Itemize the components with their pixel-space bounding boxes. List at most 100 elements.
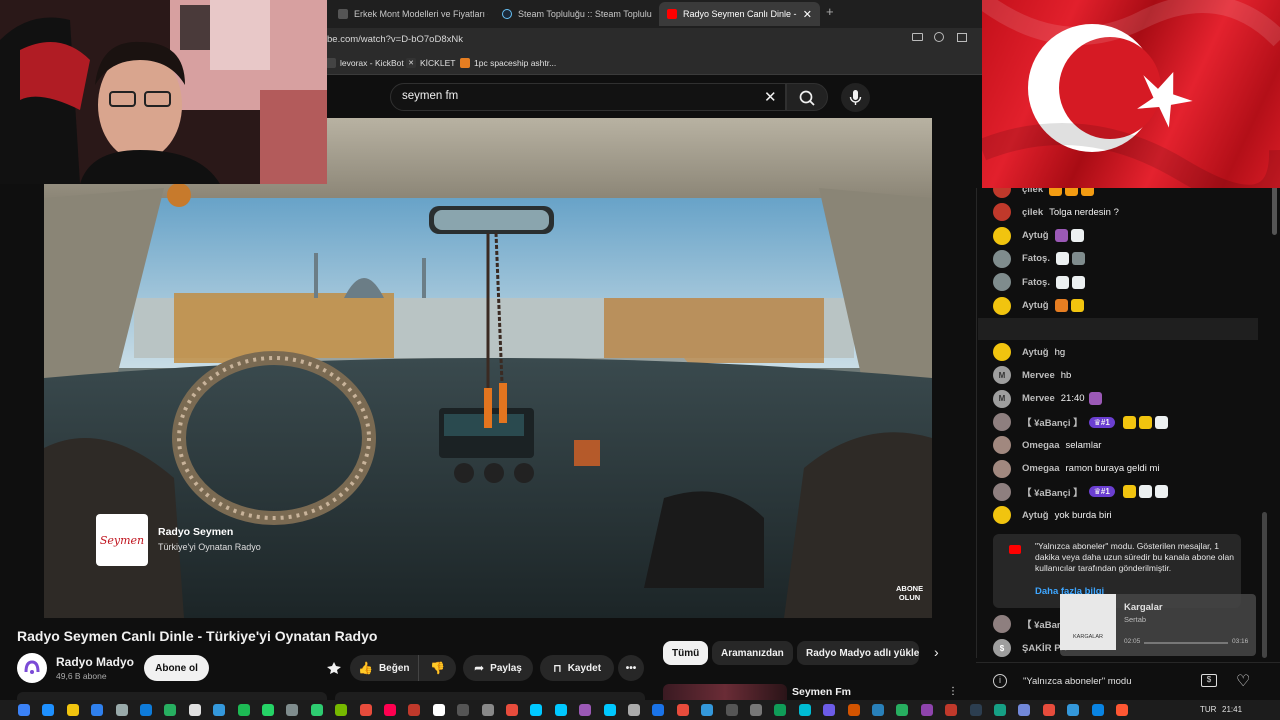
mini-media-player[interactable]: KARGALAR Kargalar Sertab 02:05 03:16 [1060, 594, 1256, 656]
taskbar-app-icon[interactable] [676, 704, 689, 716]
mini-progress-bar[interactable] [1144, 642, 1228, 644]
taskbar-app-icon[interactable] [1067, 704, 1080, 716]
taskbar-app-icon[interactable] [1091, 704, 1104, 716]
dislike-button[interactable]: 👎 [418, 655, 456, 681]
taskbar-app-icon[interactable] [408, 704, 421, 716]
tab-radyo-seymen[interactable]: Radyo Seymen Canlı Dinle - Türk ✕ [659, 2, 820, 26]
taskbar-app-icon[interactable] [310, 704, 323, 716]
chip-all[interactable]: Tümü [663, 641, 709, 665]
chat-message[interactable]: Fatoş. [993, 271, 1088, 293]
taskbar-app-icon[interactable] [1018, 704, 1031, 716]
chat-message[interactable]: Aytuğ yok burda biri [993, 504, 1116, 526]
taskbar-app-icon[interactable] [91, 704, 104, 716]
taskbar-app-icon[interactable] [286, 704, 299, 716]
taskbar-app-icon[interactable] [213, 704, 226, 716]
subscribe-watermark[interactable]: ABONE OLUN [896, 584, 923, 602]
taskbar-app-icon[interactable] [42, 704, 55, 716]
more-actions-button[interactable]: ••• [618, 655, 644, 681]
chat-message[interactable]: M Mervee 21:40 [993, 388, 1105, 410]
related-menu-icon[interactable]: ⋮ [948, 686, 958, 697]
chip-from-search[interactable]: Aramanızdan [712, 641, 793, 665]
ask-ai-icon[interactable] [326, 661, 342, 675]
taskbar-app-icon[interactable] [237, 704, 250, 716]
video-player[interactable]: Seymen Radyo Seymen Türkiye'yi Oynatan R… [44, 118, 932, 618]
taskbar-app-icon[interactable] [603, 704, 616, 716]
save-button[interactable]: ⊓ Kaydet [540, 655, 614, 681]
taskbar-app-icon[interactable] [920, 704, 933, 716]
zoom-icon[interactable] [934, 32, 944, 42]
taskbar-app-icon[interactable] [530, 704, 543, 716]
tab-steam[interactable]: Steam Topluluğu :: Steam Topluluk Pa [494, 2, 652, 26]
taskbar-app-icon[interactable] [481, 704, 494, 716]
heart-icon[interactable]: ♡ [1236, 671, 1250, 691]
tab-erkek-mont[interactable]: Erkek Mont Modelleri ve Fiyatları - Fl [330, 2, 488, 26]
taskbar-app-icon[interactable] [554, 704, 567, 716]
taskbar-app-icon[interactable] [1042, 704, 1055, 716]
taskbar-app-icon[interactable] [579, 704, 592, 716]
chat-message[interactable]: çilek Tolga nerdesin ? [993, 201, 1123, 223]
chat-message[interactable]: 【 ¥aBançi 】 ♛#1 [993, 481, 1171, 503]
taskbar-app-icon[interactable] [140, 704, 152, 716]
taskbar-app-icon[interactable] [798, 704, 811, 716]
taskbar-app-icon[interactable] [945, 704, 958, 716]
taskbar-app-icon[interactable] [750, 704, 762, 716]
subscribe-button[interactable]: Abone ol [144, 655, 209, 681]
taskbar-app-icon[interactable] [432, 704, 445, 716]
taskbar-app-icon[interactable] [872, 704, 884, 716]
related-thumbnail[interactable] [663, 684, 787, 700]
chat-message[interactable]: Fatoş. [993, 248, 1088, 270]
taskbar-app-icon[interactable] [115, 704, 128, 716]
bookmark-spaceship[interactable]: 1pc spaceship ashtr... [460, 56, 556, 70]
chat-message[interactable]: Aytuğ [993, 225, 1087, 247]
taskbar-app-icon[interactable] [1116, 704, 1128, 716]
url-text[interactable]: be.com/watch?v=D-bO7oD8xNk [327, 34, 463, 45]
taskbar-app-icon[interactable] [823, 704, 836, 716]
chat-message[interactable]: M Mervee hb [993, 364, 1075, 386]
taskbar-app-icon[interactable] [262, 704, 274, 716]
chat-scrollbar[interactable] [1262, 512, 1267, 658]
clear-search-icon[interactable]: ✕ [764, 88, 777, 106]
taskbar-app-icon[interactable] [652, 704, 665, 716]
new-tab-button[interactable]: + [826, 4, 834, 19]
chevron-right-icon[interactable]: › [934, 644, 939, 660]
taskbar-app-icon[interactable] [896, 704, 909, 716]
taskbar-app-icon[interactable] [384, 704, 396, 716]
chat-message[interactable]: 【 ¥aBançi 】 ♛#1 [993, 411, 1171, 433]
taskbar-app-icon[interactable] [335, 704, 348, 716]
taskbar-app-icon[interactable] [506, 704, 518, 716]
bookmark-kicklet[interactable]: ✕ KİCKLET [406, 56, 455, 70]
taskbar-language[interactable]: TUR [1200, 705, 1216, 714]
chat-message[interactable]: 【 ¥aBan [993, 613, 1069, 635]
taskbar-app-icon[interactable] [969, 704, 982, 716]
channel-avatar[interactable] [17, 653, 47, 683]
info-icon[interactable]: i [993, 674, 1007, 688]
taskbar-app-icon[interactable] [701, 704, 714, 716]
taskbar-clock[interactable]: 21:41 [1222, 705, 1242, 714]
taskbar-app-icon[interactable] [994, 704, 1006, 716]
taskbar-app-icon[interactable] [847, 704, 860, 716]
search-button[interactable] [786, 83, 828, 111]
super-chat-icon[interactable]: $ [1201, 674, 1217, 687]
like-button[interactable]: 👍 Beğen [350, 655, 418, 681]
chip-channel-uploads[interactable]: Radyo Madyo adlı yükle [797, 641, 919, 665]
channel-card-name[interactable]: Radyo Seymen [158, 526, 233, 538]
taskbar-app-icon[interactable] [66, 704, 79, 716]
taskbar-app-icon[interactable] [457, 704, 470, 716]
channel-name[interactable]: Radyo Madyo [56, 655, 134, 669]
taskbar-app-icon[interactable] [18, 704, 30, 716]
share-page-icon[interactable] [957, 33, 967, 42]
channel-card-logo[interactable]: Seymen [96, 514, 148, 566]
taskbar-app-icon[interactable] [725, 704, 738, 716]
taskbar-app-icon[interactable] [188, 704, 201, 716]
close-tab-icon[interactable]: ✕ [803, 8, 812, 21]
taskbar-app-icon[interactable] [774, 704, 787, 716]
chat-message[interactable]: Omegaa selamlar [993, 434, 1105, 456]
chat-message[interactable]: Aytuğ [993, 295, 1087, 317]
share-button[interactable]: ➦ Paylaş [463, 655, 533, 681]
search-input[interactable]: seymen fm [402, 90, 458, 102]
chat-message[interactable]: Omegaa ramon buraya geldi mi [993, 458, 1164, 480]
taskbar-app-icon[interactable] [164, 704, 177, 716]
chat-message[interactable]: Aytuğ hg [993, 341, 1069, 363]
related-video-title[interactable]: Seymen Fm [792, 686, 851, 698]
taskbar-app-icon[interactable] [628, 704, 640, 716]
